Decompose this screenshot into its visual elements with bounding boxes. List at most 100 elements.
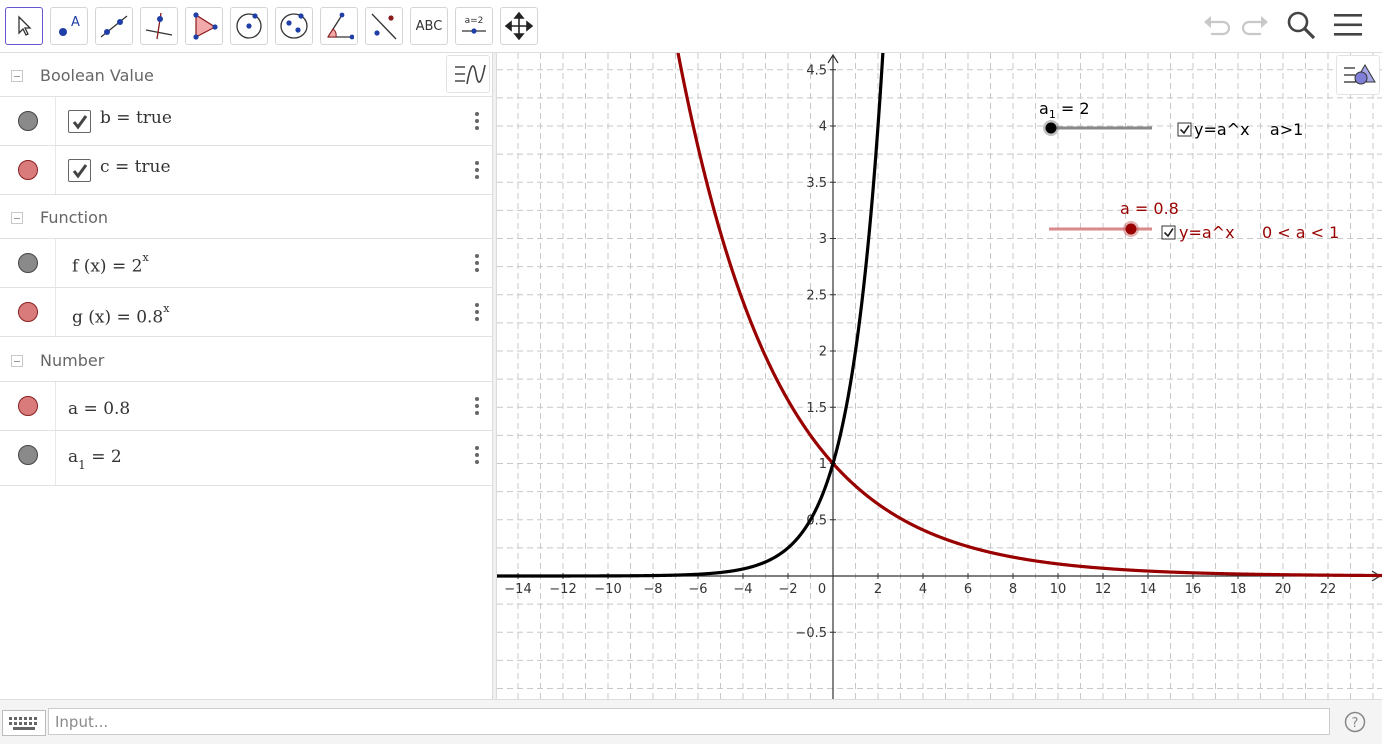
algebra-expression[interactable]: g (x) = 0.8x	[72, 302, 169, 328]
point-icon: A	[54, 11, 84, 41]
algebra-row-f[interactable]: f (x) = 2x	[0, 239, 492, 288]
algebra-row-g[interactable]: g (x) = 0.8x	[0, 288, 492, 337]
move-tool[interactable]	[5, 7, 43, 45]
graph-canvas[interactable]: −14 −12 −10 −8 −6 −4 −2 0 2 4 6 8 10 12 14 16 18 20 22−0.5…	[497, 53, 1382, 699]
checkmark-icon	[72, 115, 88, 130]
checkmark-icon	[72, 164, 88, 179]
visibility-marble[interactable]	[18, 111, 38, 131]
slider-a-label: a = 0.8	[1120, 199, 1179, 218]
slider-tool[interactable]: a=2	[455, 7, 493, 45]
visibility-marble[interactable]	[18, 160, 38, 180]
y-tick-label: 2	[819, 345, 827, 360]
curve-f[interactable]	[497, 53, 905, 578]
more-vert-icon[interactable]	[470, 110, 484, 132]
tick-labels: −14 −12 −10 −8 −6 −4 −2 0 2 4 6 8 10 12 14 16 18 20 22−0.5…	[504, 63, 1336, 641]
x-tick-label: 22	[1320, 582, 1337, 597]
more-vert-icon[interactable]	[470, 395, 484, 417]
slider-a[interactable]: a = 0.8	[1049, 199, 1179, 237]
algebra-expression[interactable]: c = true	[100, 157, 171, 177]
algebra-row-a1[interactable]: a1 = 2	[0, 431, 492, 486]
line-tool[interactable]	[95, 7, 133, 45]
perpendicular-line-icon	[144, 11, 174, 41]
move-graphics-icon	[504, 11, 534, 41]
x-tick-label: −14	[504, 582, 531, 597]
line-icon	[99, 11, 129, 41]
geogebra-app: A ABC a=2 Boolean Value b = true c = tru…	[0, 0, 1382, 744]
x-tick-label: −6	[688, 582, 707, 597]
slider-a1[interactable]: a1 = 2	[1039, 99, 1152, 136]
checkbox-c-condition: 0 < a < 1	[1262, 223, 1339, 242]
move-graphics-tool[interactable]	[500, 7, 538, 45]
x-tick-label: 10	[1050, 582, 1067, 597]
algebra-style-bar-icon	[447, 64, 491, 98]
circle-tool[interactable]	[230, 7, 268, 45]
slider-a1-label: a1 = 2	[1039, 99, 1090, 121]
algebra-row-a[interactable]: a = 0.8	[0, 382, 492, 431]
algebra-style-toggle[interactable]	[446, 55, 490, 93]
algebra-expression[interactable]: a1 = 2	[68, 447, 122, 472]
checkbox-c-label: y=a^x	[1179, 223, 1235, 242]
collapse-icon[interactable]	[11, 70, 23, 82]
algebra-expression[interactable]: a = 0.8	[68, 399, 130, 419]
help-button[interactable]: ?	[1344, 711, 1366, 733]
input-field[interactable]	[48, 708, 1330, 735]
checkbox-c-graphics[interactable]: y=a^x 0 < a < 1	[1161, 223, 1339, 242]
visibility-marble[interactable]	[18, 396, 38, 416]
input-bar: ?	[0, 699, 1382, 744]
more-vert-icon[interactable]	[470, 252, 484, 274]
visibility-marble[interactable]	[18, 445, 38, 465]
algebra-view: Boolean Value b = true c = true Function…	[0, 53, 492, 699]
undo-icon	[1201, 12, 1233, 42]
text-tool[interactable]: ABC	[410, 7, 448, 45]
algebra-expression[interactable]: f (x) = 2x	[72, 251, 149, 277]
checkbox-b-label: y=a^x a>1	[1194, 120, 1303, 139]
undo-button[interactable]	[1198, 8, 1236, 46]
toolbar: A ABC a=2	[0, 0, 1382, 53]
algebra-row-c[interactable]: c = true	[0, 146, 492, 195]
text-icon: ABC	[415, 18, 443, 34]
graphics-view[interactable]: −14 −12 −10 −8 −6 −4 −2 0 2 4 6 8 10 12 14 16 18 20 22 −0.5…	[497, 53, 1382, 699]
collapse-icon[interactable]	[11, 355, 23, 367]
algebra-row-b[interactable]: b = true	[0, 97, 492, 146]
x-tick-label: −12	[549, 582, 576, 597]
x-tick-label: 6	[964, 582, 972, 597]
axes	[497, 53, 1382, 699]
x-tick-label: 8	[1009, 582, 1017, 597]
more-vert-icon[interactable]	[470, 301, 484, 323]
slider-a-handle[interactable]	[1125, 223, 1137, 235]
redo-button[interactable]	[1236, 8, 1274, 46]
checkbox-b[interactable]	[68, 110, 91, 133]
visibility-marble[interactable]	[18, 302, 38, 322]
graphics-style-bar-icon	[1337, 64, 1381, 100]
x-tick-label: 16	[1185, 582, 1202, 597]
collapse-icon[interactable]	[11, 212, 23, 224]
checkbox-c[interactable]	[68, 159, 91, 182]
menu-button[interactable]	[1329, 8, 1367, 46]
more-vert-icon[interactable]	[470, 444, 484, 466]
group-number[interactable]: Number	[0, 338, 492, 382]
group-function[interactable]: Function	[0, 195, 492, 239]
group-boolean[interactable]: Boolean Value	[0, 53, 492, 97]
arrow-cursor-icon	[13, 14, 35, 38]
x-tick-label: −2	[778, 582, 797, 597]
more-vert-icon[interactable]	[470, 159, 484, 181]
angle-tool[interactable]	[320, 7, 358, 45]
x-tick-label: 12	[1095, 582, 1112, 597]
x-tick-label: 4	[919, 582, 927, 597]
hamburger-menu-icon	[1333, 12, 1363, 42]
perpendicular-tool[interactable]	[140, 7, 178, 45]
visibility-marble[interactable]	[18, 253, 38, 273]
polygon-tool[interactable]	[185, 7, 223, 45]
search-button[interactable]	[1282, 8, 1320, 46]
slider-a1-handle[interactable]	[1045, 122, 1057, 134]
point-tool[interactable]: A	[50, 7, 88, 45]
graphics-style-toggle[interactable]	[1336, 55, 1380, 95]
algebra-expression[interactable]: b = true	[100, 108, 172, 128]
redo-icon	[1239, 12, 1271, 42]
reflect-tool[interactable]	[365, 7, 403, 45]
conic-tool[interactable]	[275, 7, 313, 45]
keyboard-button[interactable]	[2, 710, 46, 736]
y-tick-label: 1	[819, 457, 827, 472]
checkbox-b-graphics[interactable]: y=a^x a>1	[1177, 120, 1303, 139]
svg-text:A: A	[71, 15, 80, 30]
